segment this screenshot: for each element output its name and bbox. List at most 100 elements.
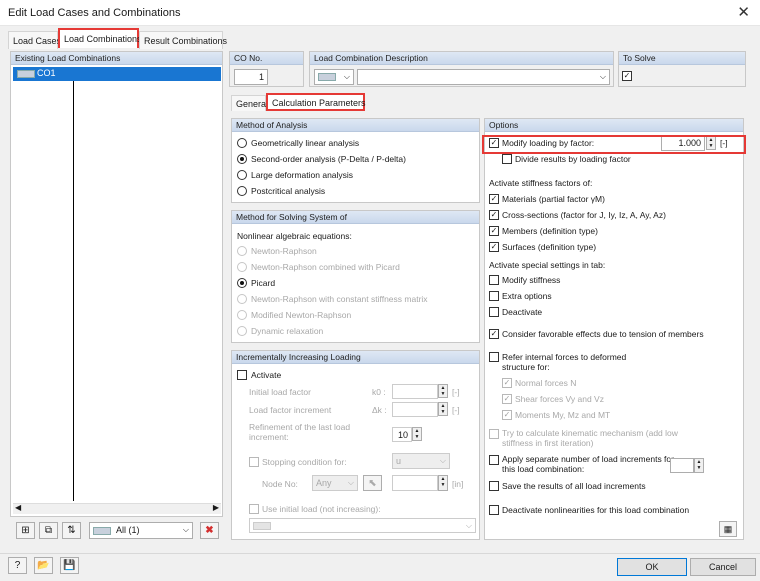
color-swatch (93, 527, 111, 535)
stiffness-factors-label: Activate stiffness factors of: (489, 178, 593, 188)
stopping-condition-checkbox[interactable] (249, 457, 259, 467)
increment-symbol: Δk : (372, 405, 387, 415)
chevron-down-icon: ⌵ (343, 72, 350, 81)
close-icon[interactable]: ✕ (737, 3, 750, 21)
color-select[interactable]: ⌵ (314, 69, 354, 85)
open-folder-icon[interactable]: 📂 (34, 557, 53, 574)
radio-geometrically-linear[interactable] (237, 138, 247, 148)
refinement-input[interactable]: 10 (392, 427, 412, 442)
radio-modified-nr[interactable] (237, 310, 247, 320)
save-increments-checkbox[interactable] (489, 481, 499, 491)
tab-calculation-parameters[interactable]: Calculation Parameters (266, 93, 366, 111)
list-item-label: CO1 (37, 68, 56, 78)
refinement-spinner[interactable]: ▲ ▼ (412, 427, 422, 441)
tab-general[interactable]: General (231, 95, 268, 111)
separate-increments-spinner[interactable]: ▲ ▼ (694, 458, 704, 473)
list-item[interactable]: CO1 (13, 67, 221, 81)
surfaces-checkbox[interactable]: ✓ (489, 242, 499, 252)
modify-stiffness-checkbox[interactable] (489, 275, 499, 285)
increment-unit: [-] (452, 405, 460, 415)
materials-checkbox[interactable]: ✓ (489, 194, 499, 204)
color-swatch (253, 522, 271, 530)
checkbox-label: Cross-sections (factor for J, Iy, Iz, A,… (502, 210, 666, 220)
divide-results-checkbox[interactable] (502, 154, 512, 164)
separate-increments-checkbox[interactable] (489, 455, 499, 465)
initial-load-symbol: k0 : (372, 387, 386, 397)
stopping-condition-label: Stopping condition for: (262, 457, 347, 467)
tab-load-cases[interactable]: Load Cases (8, 31, 61, 49)
favorable-effects-checkbox[interactable]: ✓ (489, 329, 499, 339)
to-solve-label: To Solve (619, 52, 745, 65)
solving-method-panel: Method for Solving System of Nonlinear a… (231, 210, 480, 343)
increment-spinner[interactable]: ▲ ▼ (438, 402, 448, 416)
new-combination-icon[interactable]: ⊞ (16, 522, 35, 539)
description-label: Load Combination Description (310, 52, 613, 65)
initial-load-spinner[interactable]: ▲ ▼ (438, 384, 448, 398)
kinematic-mechanism-checkbox[interactable] (489, 429, 499, 439)
chevron-down-icon: ⌵ (182, 525, 189, 534)
renumber-icon[interactable]: ⇅ (62, 522, 81, 539)
initial-load-input[interactable] (392, 384, 438, 399)
radio-large-deformation[interactable] (237, 170, 247, 180)
help-icon[interactable]: ? (8, 557, 27, 574)
increment-input[interactable] (392, 402, 438, 417)
normal-forces-checkbox[interactable]: ✓ (502, 378, 512, 388)
initial-load-select[interactable]: ⌵ (249, 518, 476, 533)
node-value-unit: [in] (452, 479, 464, 489)
use-initial-load-label: Use initial load (not increasing): (262, 504, 381, 514)
cancel-button[interactable]: Cancel (690, 558, 756, 576)
node-select[interactable]: Any ⌵ (312, 475, 358, 491)
pick-node-icon[interactable]: ⬉ (363, 475, 382, 491)
checkbox-label: Materials (partial factor γM) (502, 194, 605, 204)
filter-select[interactable]: All (1) ⌵ (89, 522, 193, 539)
co-no-group: CO No. 1 (229, 51, 304, 87)
table-settings-icon[interactable]: ▦ (719, 521, 737, 537)
filter-value: All (1) (116, 525, 140, 535)
checkbox-label: Members (definition type) (502, 226, 598, 236)
ok-button[interactable]: OK (617, 558, 687, 576)
node-select-value: Any (316, 478, 332, 488)
window-title: Edit Load Cases and Combinations (8, 7, 181, 19)
checkbox-label: Deactivate (502, 307, 543, 317)
special-settings-label: Activate special settings in tab: (489, 260, 606, 270)
tab-result-combinations[interactable]: Result Combinations (139, 31, 227, 49)
radio-label: Geometrically linear analysis (251, 138, 360, 148)
separate-increments-input[interactable] (670, 458, 694, 473)
solving-method-header: Method for Solving System of (232, 211, 479, 224)
radio-label: Picard (251, 278, 276, 288)
checkbox-label: Extra options (502, 291, 552, 301)
extra-options-checkbox[interactable] (489, 291, 499, 301)
co-no-input[interactable]: 1 (234, 69, 268, 85)
members-checkbox[interactable]: ✓ (489, 226, 499, 236)
description-input[interactable]: ⌵ (357, 69, 610, 85)
to-solve-checkbox[interactable]: ✓ (622, 71, 632, 81)
radio-nr-picard[interactable] (237, 262, 247, 272)
radio-picard[interactable] (237, 278, 247, 288)
use-initial-load-checkbox[interactable] (249, 504, 259, 514)
options-header: Options (485, 119, 743, 132)
radio-second-order[interactable] (237, 154, 247, 164)
node-value-spinner[interactable]: ▲ ▼ (438, 475, 448, 491)
shear-forces-checkbox[interactable]: ✓ (502, 394, 512, 404)
radio-label: Dynamic relaxation (251, 326, 324, 336)
radio-postcritical[interactable] (237, 186, 247, 196)
radio-newton-raphson[interactable] (237, 246, 247, 256)
method-of-analysis-header: Method of Analysis (232, 119, 479, 132)
radio-label: Postcritical analysis (251, 186, 326, 196)
horizontal-scrollbar[interactable]: ◀ ▶ (13, 503, 221, 514)
radio-dynamic-relaxation[interactable] (237, 326, 247, 336)
cross-sections-checkbox[interactable]: ✓ (489, 210, 499, 220)
deactivate-checkbox[interactable] (489, 307, 499, 317)
delete-icon[interactable]: ✖ (200, 522, 219, 539)
tab-load-combinations[interactable]: Load Combinations (58, 28, 142, 48)
deactivate-nonlinearities-checkbox[interactable] (489, 505, 499, 515)
save-icon[interactable]: 💾 (60, 557, 79, 574)
radio-nr-constant-stiffness[interactable] (237, 294, 247, 304)
copy-combination-icon[interactable]: ⧉ (39, 522, 58, 539)
moments-checkbox[interactable]: ✓ (502, 410, 512, 420)
node-value-input[interactable] (392, 475, 438, 491)
refer-internal-forces-checkbox[interactable] (489, 352, 499, 362)
stopping-select[interactable]: u ⌵ (392, 453, 450, 469)
activate-checkbox[interactable] (237, 370, 247, 380)
title-bar: Edit Load Cases and Combinations ✕ (0, 0, 760, 26)
